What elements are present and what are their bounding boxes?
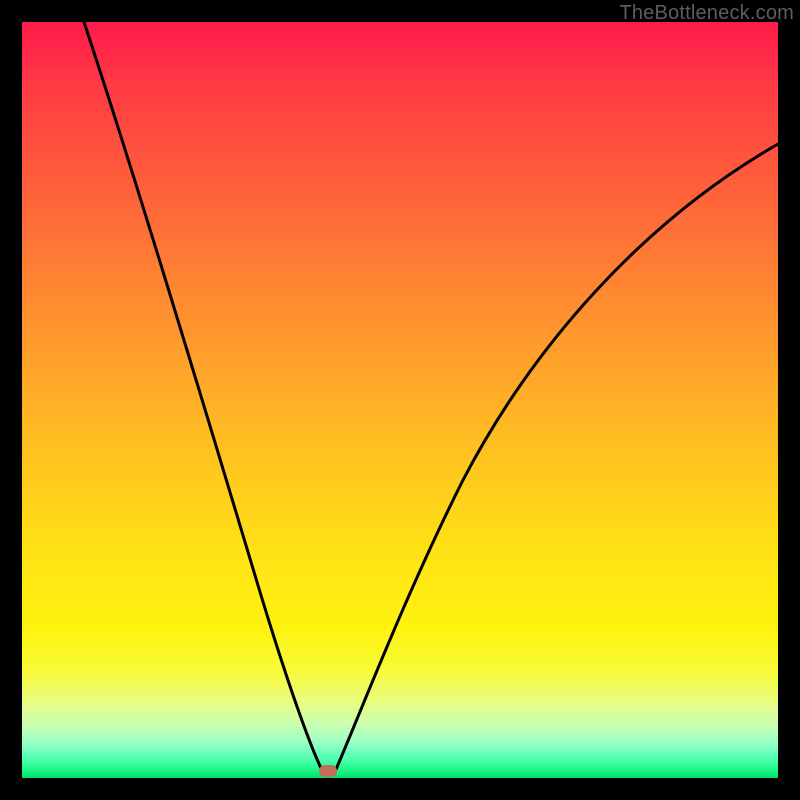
curve-left-branch [84, 22, 324, 774]
cusp-marker [319, 765, 337, 777]
curve-right-branch [334, 144, 778, 774]
chart-curve-svg [22, 22, 778, 778]
chart-frame [22, 22, 778, 778]
